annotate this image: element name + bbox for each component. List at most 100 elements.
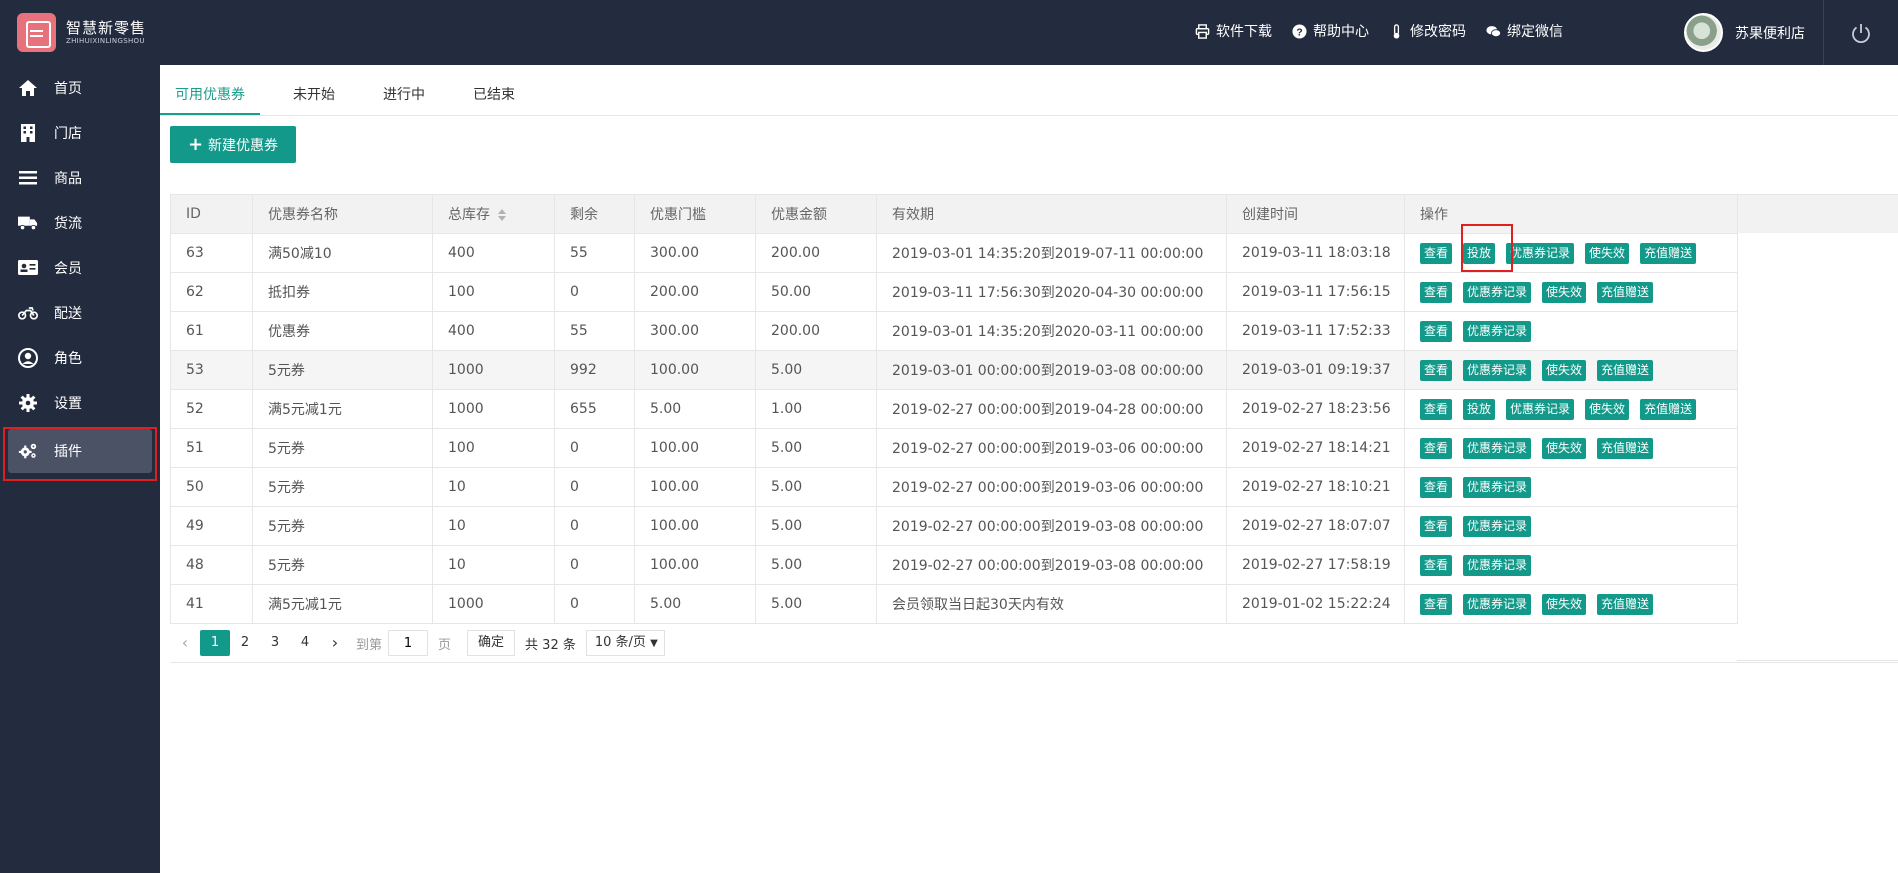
sidebar-item-member[interactable]: 会员 bbox=[0, 245, 160, 290]
pagination: ‹ 1 2 3 4 › 到第 页 确定 共 32 条 10 条/页 ▼ bbox=[170, 630, 665, 656]
coupon-records-button[interactable]: 优惠券记录 bbox=[1506, 398, 1575, 420]
change-password-link[interactable]: 修改密码 bbox=[1389, 21, 1466, 41]
tab-not-started[interactable]: 未开始 bbox=[278, 75, 350, 115]
recharge-gift-button[interactable]: 充值赠送 bbox=[1597, 281, 1654, 303]
page-4[interactable]: 4 bbox=[290, 630, 320, 656]
cell-created: 2019-02-27 18:23:56 bbox=[1226, 389, 1405, 429]
coupon-records-button[interactable]: 优惠券记录 bbox=[1463, 281, 1532, 303]
recharge-gift-button[interactable]: 充值赠送 bbox=[1597, 359, 1654, 381]
truck-icon bbox=[18, 216, 38, 230]
cell-stock: 100 bbox=[432, 428, 555, 468]
tab-in-progress[interactable]: 进行中 bbox=[368, 75, 440, 115]
page-2[interactable]: 2 bbox=[230, 630, 260, 656]
view-button[interactable]: 查看 bbox=[1420, 359, 1453, 381]
recharge-gift-button[interactable]: 充值赠送 bbox=[1597, 593, 1654, 615]
cell-left: 55 bbox=[554, 233, 635, 273]
goto-confirm-button[interactable]: 确定 bbox=[467, 630, 516, 656]
view-button[interactable]: 查看 bbox=[1420, 476, 1453, 498]
sidebar-item-goods[interactable]: 商品 bbox=[0, 155, 160, 200]
col-actions: 操作 bbox=[1404, 194, 1738, 234]
logo[interactable]: 智慧新零售 ZHIHUIXINLINGSHOU bbox=[17, 13, 146, 52]
dropdown-arrow-icon: ▼ bbox=[650, 638, 658, 649]
sidebar-item-role[interactable]: 角色 bbox=[0, 335, 160, 380]
table-row: 63 满50减10 400 55 300.00 200.00 2019-03-01 14:3… bbox=[170, 233, 1738, 273]
goto-page-input[interactable] bbox=[388, 630, 429, 656]
coupon-records-button[interactable]: 优惠券记录 bbox=[1463, 437, 1532, 459]
new-coupon-button[interactable]: + 新建优惠券 bbox=[170, 126, 296, 163]
page-1[interactable]: 1 bbox=[200, 630, 230, 656]
coupon-records-button[interactable]: 优惠券记录 bbox=[1463, 554, 1532, 576]
cell-stock: 10 bbox=[432, 467, 555, 507]
sidebar-item-delivery[interactable]: 配送 bbox=[0, 290, 160, 335]
coupon-records-button[interactable]: 优惠券记录 bbox=[1506, 242, 1575, 264]
help-center-link[interactable]: ? 帮助中心 bbox=[1292, 21, 1369, 41]
software-download-link[interactable]: 软件下载 bbox=[1195, 21, 1272, 41]
svg-text:?: ? bbox=[1296, 27, 1302, 38]
page-size-select[interactable]: 10 条/页 ▼ bbox=[585, 630, 665, 656]
distribute-button[interactable]: 投放 bbox=[1463, 398, 1496, 420]
recharge-gift-button[interactable]: 充值赠送 bbox=[1640, 398, 1697, 420]
coupon-records-button[interactable]: 优惠券记录 bbox=[1463, 515, 1532, 537]
invalidate-button[interactable]: 使失效 bbox=[1542, 359, 1587, 381]
goto-label: 到第 bbox=[356, 637, 383, 653]
cell-actions: 查看 优惠券记录 bbox=[1404, 311, 1738, 351]
sidebar-item-plugins[interactable]: 插件 bbox=[8, 429, 152, 473]
logo-subtitle: ZHIHUIXINLINGSHOU bbox=[66, 37, 145, 45]
cell-threshold: 100.00 bbox=[634, 350, 756, 390]
coupon-records-button[interactable]: 优惠券记录 bbox=[1463, 359, 1532, 381]
recharge-gift-button[interactable]: 充值赠送 bbox=[1597, 437, 1654, 459]
cell-period: 会员领取当日起30天内有效 bbox=[876, 584, 1227, 624]
coupon-records-button[interactable]: 优惠券记录 bbox=[1463, 593, 1532, 615]
sidebar-item-label: 货流 bbox=[54, 215, 82, 232]
cell-created: 2019-03-01 09:19:37 bbox=[1226, 350, 1405, 390]
view-button[interactable]: 查看 bbox=[1420, 281, 1453, 303]
change-password-label: 修改密码 bbox=[1410, 24, 1466, 40]
cell-stock: 10 bbox=[432, 545, 555, 585]
sidebar: 首页 门店 商品 货流 会员 配送 角色 设置 插件 bbox=[0, 65, 160, 873]
view-button[interactable]: 查看 bbox=[1420, 320, 1453, 342]
cell-name: 5元券 bbox=[252, 506, 433, 546]
col-stock[interactable]: 总库存 bbox=[432, 194, 555, 234]
bind-wechat-link[interactable]: 绑定微信 bbox=[1486, 21, 1563, 41]
cell-amount: 5.00 bbox=[755, 350, 877, 390]
sidebar-item-label: 插件 bbox=[54, 444, 82, 460]
page-3[interactable]: 3 bbox=[260, 630, 290, 656]
home-icon bbox=[19, 79, 37, 96]
view-button[interactable]: 查看 bbox=[1420, 515, 1453, 537]
cell-name: 满5元减1元 bbox=[252, 389, 433, 429]
coupon-records-button[interactable]: 优惠券记录 bbox=[1463, 476, 1532, 498]
next-page-icon[interactable]: › bbox=[320, 630, 350, 656]
table-row: 53 5元券 1000 992 100.00 5.00 2019-03-01 00:00:0… bbox=[170, 350, 1738, 390]
view-button[interactable]: 查看 bbox=[1420, 593, 1453, 615]
cell-actions: 查看 优惠券记录 bbox=[1404, 545, 1738, 585]
view-button[interactable]: 查看 bbox=[1420, 398, 1453, 420]
distribute-button[interactable]: 投放 bbox=[1463, 242, 1496, 264]
recharge-gift-button[interactable]: 充值赠送 bbox=[1640, 242, 1697, 264]
sidebar-item-store[interactable]: 门店 bbox=[0, 110, 160, 155]
sidebar-item-logistics[interactable]: 货流 bbox=[0, 200, 160, 245]
cell-left: 0 bbox=[554, 272, 635, 312]
invalidate-button[interactable]: 使失效 bbox=[1542, 437, 1587, 459]
tab-ended[interactable]: 已结束 bbox=[458, 75, 530, 115]
prev-page-icon[interactable]: ‹ bbox=[170, 630, 200, 656]
sort-icon[interactable] bbox=[498, 209, 506, 221]
view-button[interactable]: 查看 bbox=[1420, 554, 1453, 576]
view-button[interactable]: 查看 bbox=[1420, 437, 1453, 459]
invalidate-button[interactable]: 使失效 bbox=[1542, 281, 1587, 303]
user-menu[interactable]: 苏果便利店 bbox=[1684, 13, 1805, 52]
logout-button[interactable] bbox=[1823, 0, 1898, 65]
pager-divider bbox=[170, 662, 1898, 663]
bind-wechat-label: 绑定微信 bbox=[1507, 24, 1563, 40]
invalidate-button[interactable]: 使失效 bbox=[1542, 593, 1587, 615]
coupon-records-button[interactable]: 优惠券记录 bbox=[1463, 320, 1532, 342]
cell-id: 48 bbox=[170, 545, 253, 585]
cell-created: 2019-01-02 15:22:24 bbox=[1226, 584, 1405, 624]
view-button[interactable]: 查看 bbox=[1420, 242, 1453, 264]
sidebar-item-settings[interactable]: 设置 bbox=[0, 380, 160, 425]
page-size-value: 10 条/页 bbox=[594, 635, 646, 650]
invalidate-button[interactable]: 使失效 bbox=[1585, 242, 1630, 264]
sidebar-item-home[interactable]: 首页 bbox=[0, 65, 160, 110]
cell-id: 51 bbox=[170, 428, 253, 468]
invalidate-button[interactable]: 使失效 bbox=[1585, 398, 1630, 420]
tab-available[interactable]: 可用优惠券 bbox=[160, 75, 260, 115]
